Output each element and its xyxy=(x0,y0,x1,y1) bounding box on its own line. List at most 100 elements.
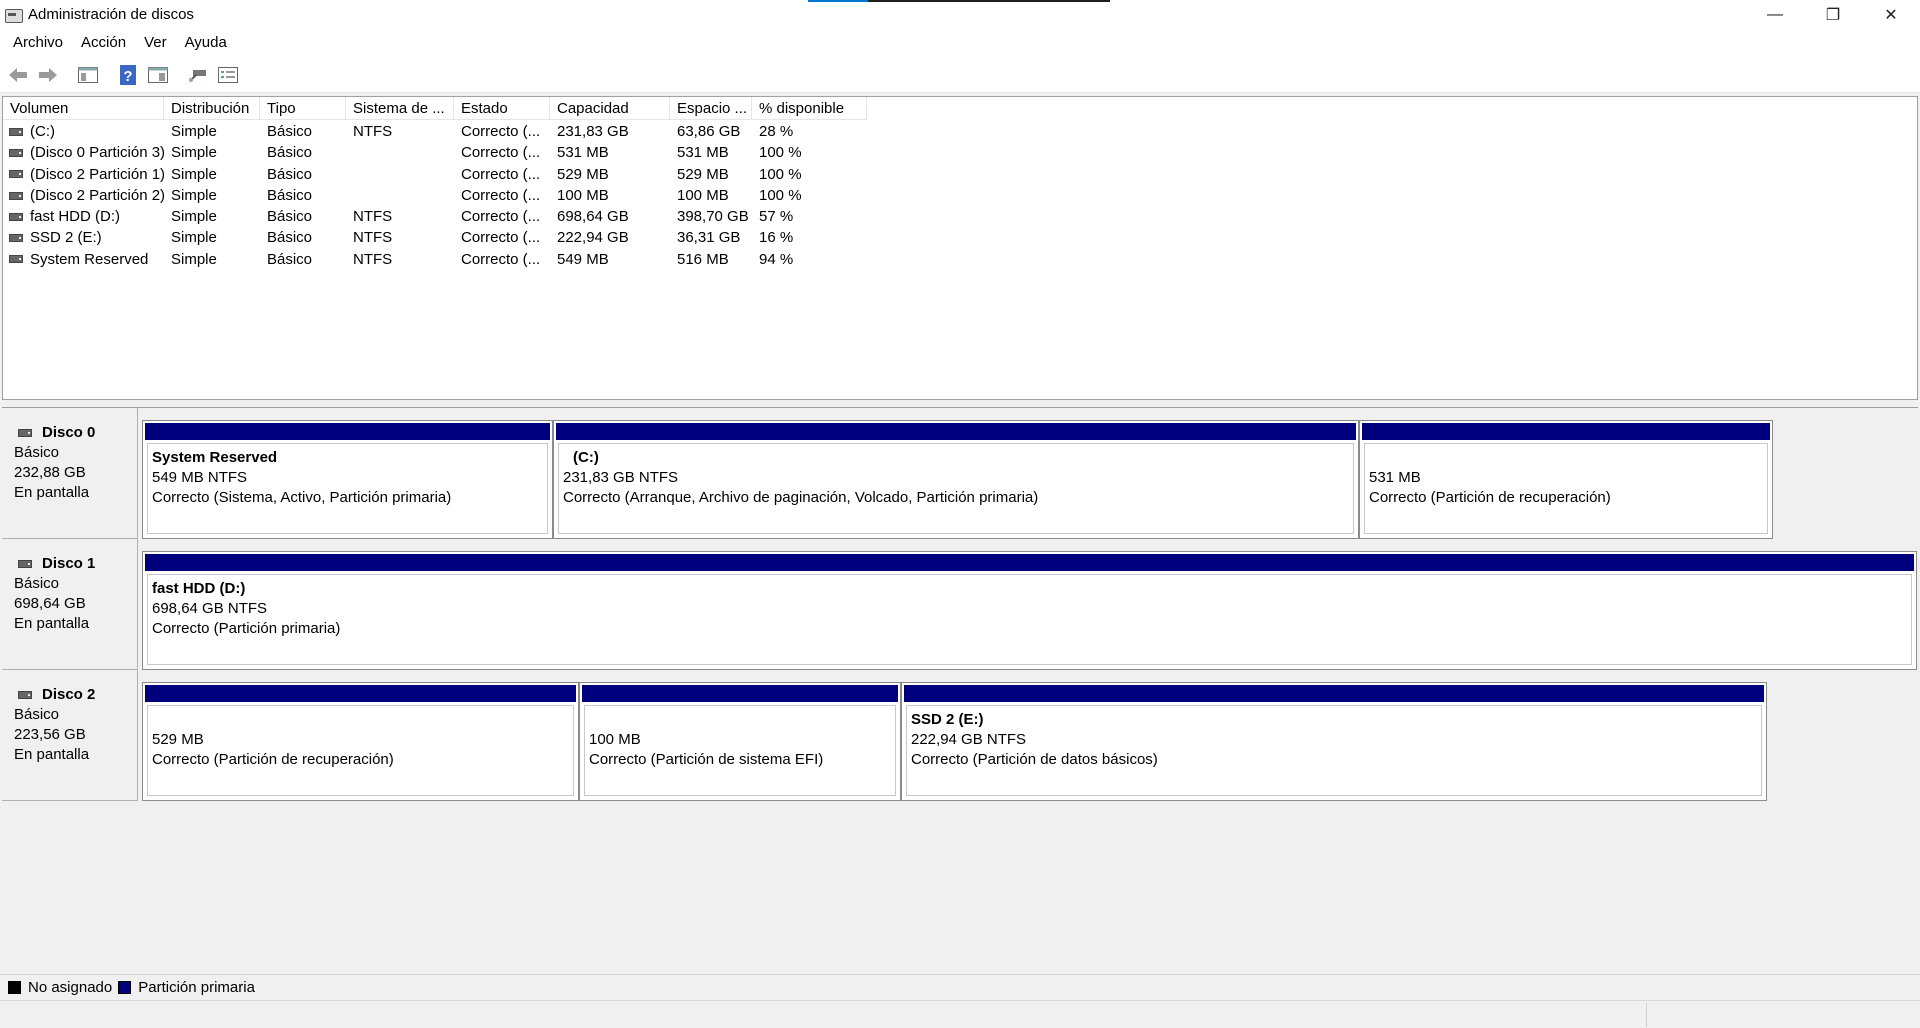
column-header-distribucion[interactable]: Distribución xyxy=(164,97,260,120)
status-bar-panel xyxy=(1646,1003,1920,1027)
partition-status: Correcto (Partición de datos básicos) xyxy=(911,751,1158,768)
partition-type-bar xyxy=(582,685,898,702)
disk-label-2[interactable]: Disco 2 Básico 223,56 GB En pantalla xyxy=(2,670,138,801)
minimize-button[interactable]: — xyxy=(1746,0,1804,29)
partition-fast-hdd-d[interactable]: fast HDD (D:) 698,64 GB NTFS Correcto (P… xyxy=(142,551,1917,670)
volume-drive-icon xyxy=(9,234,23,243)
volume-name: (Disco 0 Partición 3) xyxy=(30,144,164,162)
column-header-capacidad[interactable]: Capacidad xyxy=(550,97,670,120)
partition-size: 698,64 GB NTFS xyxy=(152,600,268,617)
volume-cell: NTFS xyxy=(353,208,393,226)
legend-swatch-primary xyxy=(118,981,132,994)
settings-list-icon[interactable] xyxy=(214,61,242,89)
volume-drive-icon xyxy=(9,148,23,157)
partition-system-reserved[interactable]: System Reserved 549 MB NTFS Correcto (Si… xyxy=(142,420,553,539)
volume-cell: 100 % xyxy=(759,165,802,183)
disk-icon xyxy=(18,560,32,568)
volume-row[interactable]: (Disco 2 Partición 2) Simple Básico Correct… xyxy=(3,185,867,206)
disk-name: Disco 2 xyxy=(42,686,96,703)
volume-cell: Correcto (... xyxy=(461,186,541,204)
disk-status: En pantalla xyxy=(14,615,90,632)
partition-size: 529 MB xyxy=(152,731,204,748)
volume-cell: Simple xyxy=(171,229,217,247)
title-bar: Administración de discos — ❐ ✕ xyxy=(0,0,1920,29)
volume-cell: 531 MB xyxy=(677,144,729,162)
column-header-volumen[interactable]: Volumen xyxy=(3,97,164,120)
svg-text:?: ? xyxy=(123,68,132,85)
column-header-espacio-disponible[interactable]: Espacio ... xyxy=(670,97,752,120)
restore-button[interactable]: ❐ xyxy=(1804,0,1862,29)
menu-ver[interactable]: Ver xyxy=(135,29,176,57)
volume-name-cell: fast HDD (D:) xyxy=(3,206,164,227)
volume-cell: 63,86 GB xyxy=(677,123,741,140)
menu-accion[interactable]: Acción xyxy=(72,29,135,57)
legend-unallocated: No asignado xyxy=(8,979,112,996)
column-header-tipo[interactable]: Tipo xyxy=(260,97,346,120)
volume-cell: Simple xyxy=(171,186,217,204)
disk-label-1[interactable]: Disco 1 Básico 698,64 GB En pantalla xyxy=(2,539,138,670)
partition-ssd2-e[interactable]: SSD 2 (E:) 222,94 GB NTFS Correcto (Part… xyxy=(901,682,1767,801)
volume-cell: Básico xyxy=(267,144,313,162)
disk-label-0[interactable]: Disco 0 Básico 232,88 GB En pantalla xyxy=(2,408,138,539)
connect-disk-icon[interactable] xyxy=(184,61,212,89)
column-header-porcentaje-disponible[interactable]: % disponible xyxy=(752,97,867,120)
volume-cell: Simple xyxy=(171,250,217,268)
volume-name-cell: System Reserved xyxy=(3,249,164,270)
disk-size: 698,64 GB xyxy=(14,595,86,612)
volume-cell: Básico xyxy=(267,250,313,268)
partition-size: 100 MB xyxy=(589,731,641,748)
volume-name: fast HDD (D:) xyxy=(30,208,120,226)
volume-row[interactable]: SSD 2 (E:) Simple Básico NTFS Correcto (... 2… xyxy=(3,227,867,248)
volume-name-cell: (Disco 2 Partición 2) xyxy=(3,185,164,206)
menu-archivo[interactable]: Archivo xyxy=(4,29,72,57)
volume-name-cell: (Disco 0 Partición 3) xyxy=(3,142,164,163)
volume-drive-icon xyxy=(9,170,23,179)
volume-list[interactable]: Volumen Distribución Tipo Sistema de ...… xyxy=(2,96,1918,400)
volume-row[interactable]: (Disco 2 Partición 1) Simple Básico Correct… xyxy=(3,164,867,185)
volume-row[interactable]: fast HDD (D:) Simple Básico NTFS Correcto (.… xyxy=(3,206,867,227)
partition-title: System Reserved xyxy=(152,449,278,466)
volume-name: System Reserved xyxy=(30,250,149,268)
volume-cell: Simple xyxy=(171,165,217,183)
volume-cell: 222,94 GB xyxy=(557,229,629,247)
show-hide-console-tree-icon[interactable] xyxy=(74,61,102,89)
disk-icon xyxy=(18,429,32,437)
volume-drive-icon xyxy=(9,255,23,264)
partition-status: Correcto (Partición de recuperación) xyxy=(1369,489,1611,506)
status-bar xyxy=(0,1000,1920,1028)
partition-title: fast HDD (D:) xyxy=(152,580,246,597)
disk-status: En pantalla xyxy=(14,746,90,763)
volume-drive-icon xyxy=(9,212,23,221)
partition-disk2-recovery[interactable]: 529 MB Correcto (Partición de recuperaci… xyxy=(142,682,579,801)
volume-cell: Correcto (... xyxy=(461,123,541,140)
volume-cell: 516 MB xyxy=(677,250,729,268)
legend: No asignado Partición primaria xyxy=(0,974,1920,1000)
column-header-estado[interactable]: Estado xyxy=(454,97,550,120)
partition-c[interactable]: (C:) 231,83 GB NTFS Correcto (Arranque, … xyxy=(553,420,1359,539)
partition-status: Correcto (Partición primaria) xyxy=(152,620,341,637)
legend-swatch-unallocated xyxy=(8,981,21,994)
forward-arrow-icon[interactable] xyxy=(34,61,62,89)
partition-status: Correcto (Arranque, Archivo de paginació… xyxy=(563,489,1039,506)
partition-type-bar xyxy=(904,685,1764,702)
back-arrow-icon[interactable] xyxy=(4,61,32,89)
column-header-sistema-archivos[interactable]: Sistema de ... xyxy=(346,97,454,120)
menu-ayuda[interactable]: Ayuda xyxy=(176,29,236,57)
partition-title xyxy=(589,710,895,730)
properties-icon[interactable] xyxy=(144,61,172,89)
close-button[interactable]: ✕ xyxy=(1862,0,1920,29)
volume-cell: NTFS xyxy=(353,229,393,247)
disk-management-app-icon xyxy=(4,6,23,24)
volume-row[interactable]: (Disco 0 Partición 3) Simple Básico Correct… xyxy=(3,142,867,163)
volume-row[interactable]: System Reserved Simple Básico NTFS Correcto … xyxy=(3,249,867,270)
partition-size: 549 MB NTFS xyxy=(152,469,248,486)
volume-cell: 100 MB xyxy=(557,186,609,204)
volume-name: (Disco 2 Partición 2) xyxy=(30,186,164,204)
volume-row[interactable]: (C:) Simple Básico NTFS Correcto (... 231,83 … xyxy=(3,121,867,142)
help-icon[interactable]: ? xyxy=(114,61,142,89)
volume-cell: 36,31 GB xyxy=(677,229,741,247)
partition-disk0-recovery[interactable]: 531 MB Correcto (Partición de recuperaci… xyxy=(1359,420,1773,539)
partition-disk2-efi[interactable]: 100 MB Correcto (Partición de sistema EF… xyxy=(579,682,901,801)
volume-cell: 28 % xyxy=(759,123,794,140)
volume-cell: 398,70 GB xyxy=(677,208,749,226)
